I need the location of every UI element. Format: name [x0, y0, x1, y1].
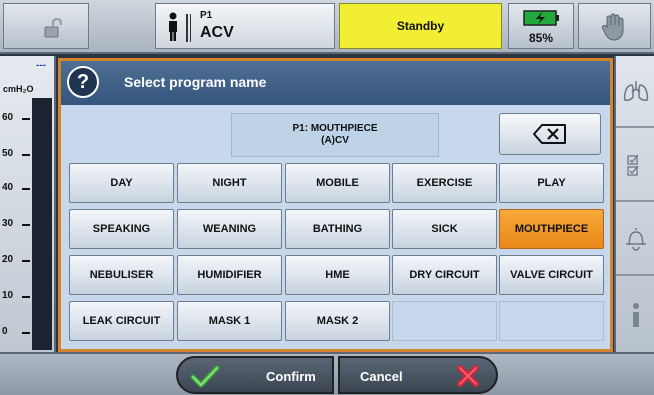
sidebar-item-checklist[interactable]: [616, 130, 654, 202]
preview-line-2: (A)CV: [321, 135, 349, 146]
right-sidebar: [614, 56, 654, 352]
dialog-title: Select program name: [124, 74, 267, 90]
gauge-tick: 30: [2, 218, 31, 229]
gauge-tick: 0: [2, 326, 28, 337]
preview-line-1: P1: MOUTHPIECE: [292, 123, 378, 134]
program-button[interactable]: BATHING: [285, 209, 390, 249]
program-name-preview: P1: MOUTHPIECE (A)CV: [231, 113, 439, 157]
sidebar-item-info[interactable]: [616, 278, 654, 352]
pressure-gauge: --- cmH₂O 60 50 40 30 20 10 0: [0, 56, 56, 352]
top-status-bar: P1 ACV Standby 85%: [0, 0, 654, 54]
cancel-label: Cancel: [360, 369, 403, 384]
status-indicator: Standby: [339, 3, 502, 49]
battery-percent: 85%: [528, 31, 554, 45]
gauge-tick: 60: [2, 112, 31, 123]
pressure-unit: cmH₂O: [3, 84, 34, 94]
dialog-body: P1: MOUTHPIECE (A)CV DAY NIGHT MOBILE EX…: [61, 105, 610, 349]
cancel-button[interactable]: Cancel: [338, 356, 498, 394]
program-button[interactable]: MOBILE: [285, 163, 390, 203]
program-button[interactable]: SICK: [392, 209, 497, 249]
mode-divider: [186, 14, 188, 42]
ventilation-mode-panel[interactable]: P1 ACV: [155, 3, 335, 49]
sidebar-item-alarms[interactable]: [616, 204, 654, 276]
program-button-selected[interactable]: MOUTHPIECE: [499, 209, 604, 249]
empty-slot: [392, 301, 497, 341]
bottom-action-bar: Confirm Cancel: [0, 352, 654, 395]
select-program-dialog: ? Select program name P1: MOUTHPIECE (A)…: [58, 58, 613, 352]
person-icon: [169, 12, 177, 41]
program-button[interactable]: EXERCISE: [392, 163, 497, 203]
program-button[interactable]: NIGHT: [177, 163, 282, 203]
lock-button[interactable]: [3, 3, 89, 49]
pressure-value: ---: [36, 60, 46, 71]
alarm-pause-button[interactable]: [578, 3, 651, 49]
confirm-label: Confirm: [266, 369, 316, 384]
battery-indicator: 85%: [508, 3, 574, 49]
backspace-icon: [533, 124, 566, 144]
program-button[interactable]: LEAK CIRCUIT: [69, 301, 174, 341]
info-icon: [633, 303, 639, 327]
patient-id-label: P1: [200, 10, 213, 21]
unlock-icon: [44, 18, 62, 38]
backspace-button[interactable]: [499, 113, 601, 155]
program-button[interactable]: DAY: [69, 163, 174, 203]
program-button[interactable]: HUMIDIFIER: [177, 255, 282, 295]
program-button[interactable]: PLAY: [499, 163, 604, 203]
battery-charging-icon: [523, 10, 559, 26]
gauge-tick: 10: [2, 290, 31, 301]
program-button[interactable]: NEBULISER: [69, 255, 174, 295]
program-button[interactable]: MASK 1: [177, 301, 282, 341]
program-button[interactable]: HME: [285, 255, 390, 295]
lungs-icon: [623, 81, 649, 101]
mode-divider: [190, 14, 191, 42]
close-icon: [457, 365, 479, 387]
sidebar-item-lungs[interactable]: [616, 56, 654, 128]
gauge-tick: 40: [2, 182, 31, 193]
status-label: Standby: [396, 19, 445, 33]
help-icon[interactable]: ?: [67, 66, 99, 98]
program-button[interactable]: SPEAKING: [69, 209, 174, 249]
ventilation-mode-label: ACV: [200, 24, 234, 41]
gauge-tick: 50: [2, 148, 31, 159]
gauge-tick: 20: [2, 254, 31, 265]
alarm-bell-icon: [626, 228, 646, 251]
checklist-icon: [627, 154, 639, 176]
confirm-button[interactable]: Confirm: [176, 356, 334, 394]
dialog-header: ? Select program name: [61, 61, 610, 105]
program-button[interactable]: MASK 2: [285, 301, 390, 341]
program-button[interactable]: DRY CIRCUIT: [392, 255, 497, 295]
empty-slot: [499, 301, 604, 341]
pressure-bar: [32, 98, 52, 350]
program-button[interactable]: WEANING: [177, 209, 282, 249]
check-icon: [190, 365, 220, 388]
hand-stop-icon: [601, 13, 624, 41]
program-button[interactable]: VALVE CIRCUIT: [499, 255, 604, 295]
